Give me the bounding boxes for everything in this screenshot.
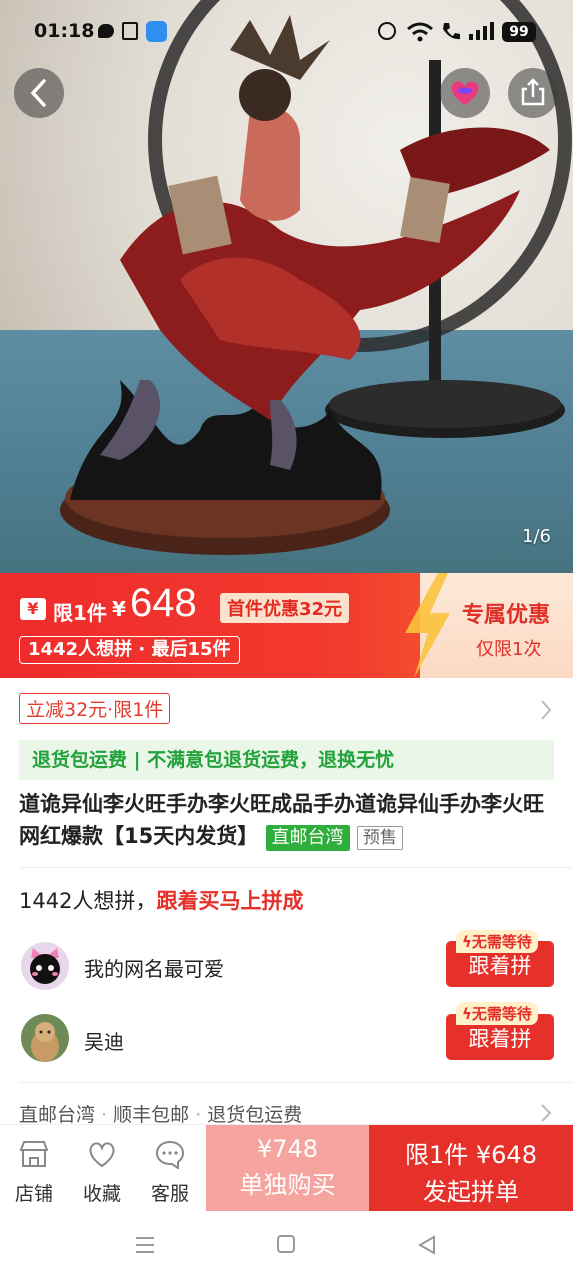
user-name: 我的网名最可爱: [84, 957, 224, 981]
chevron-left-icon: [30, 79, 46, 107]
want-count: 1442人想拼 · 最后15件: [19, 636, 240, 664]
call-icon: [443, 23, 460, 40]
cat-avatar-icon: [30, 948, 60, 984]
status-time: 01:18: [34, 20, 95, 42]
tab-store-label: 店铺: [14, 1183, 53, 1205]
group-header: 1442人想拼，跟着买马上拼成: [19, 885, 303, 915]
group-user-row: 我的网名最可爱 跟着拼 ϟ无需等待: [0, 930, 573, 998]
exclusive-title: 专属优惠: [462, 603, 551, 628]
system-nav-bar: [0, 1212, 573, 1280]
tab-customer-service-label: 客服: [150, 1183, 189, 1205]
lightning-icon: ϟ: [462, 933, 472, 951]
tab-store[interactable]: 店铺: [4, 1135, 64, 1207]
yen-coupon-icon: ¥: [20, 598, 46, 620]
avatar: [21, 1014, 69, 1062]
avatar: [21, 942, 69, 990]
image-counter: 1/6: [522, 526, 551, 547]
chevron-right-icon[interactable]: [538, 1102, 554, 1124]
follow-button-label: 跟着拼: [468, 954, 532, 978]
follow-button-label: 跟着拼: [468, 1027, 532, 1051]
share-button[interactable]: [508, 68, 558, 118]
presale-badge: 预售: [356, 826, 403, 850]
solo-price: ¥748: [256, 1135, 319, 1163]
shipping-info[interactable]: 直邮台湾 · 顺丰包邮 · 退货包运费: [19, 1100, 302, 1127]
wifi-icon: [407, 22, 433, 42]
promo-price: 648: [130, 581, 197, 625]
first-coupon-tag: 首件优惠32元: [220, 593, 350, 623]
group-price: 限1件 ¥648: [405, 1141, 537, 1169]
favorite-float-button[interactable]: [440, 68, 490, 118]
no-wait-badge-text: 无需等待: [471, 933, 532, 951]
divider: [19, 1082, 573, 1083]
solo-label: 单独购买: [239, 1171, 336, 1199]
user-name: 吴迪: [84, 1030, 124, 1054]
bottom-action-bar: 店铺 收藏 客服 ¥748 单独购买 限1件 ¥648 发起拼单: [0, 1124, 573, 1213]
group-user-row: 吴迪 跟着拼 ϟ无需等待: [0, 1002, 573, 1070]
share-icon: [521, 78, 545, 106]
no-wait-badge: ϟ无需等待: [456, 1002, 538, 1025]
tab-favorite[interactable]: 收藏: [72, 1135, 132, 1207]
exclusive-offer-panel[interactable]: 专属优惠 仅限1次: [405, 573, 573, 678]
product-title: 道诡异仙李火旺手办李火旺成品手办道诡异仙手办李火旺网红爆款【15天内发货】 直邮…: [19, 788, 559, 852]
status-bar: 01:18 99: [0, 0, 573, 64]
divider: [19, 867, 573, 868]
limit-label: 限1件: [53, 601, 107, 625]
sim-icon: [122, 22, 138, 40]
alpaca-avatar-icon: [31, 1022, 59, 1062]
message-icon: [98, 24, 114, 38]
store-icon: [19, 1141, 49, 1167]
alarm-icon: [378, 22, 396, 40]
battery-icon: 99: [502, 22, 536, 42]
chevron-right-icon[interactable]: [538, 698, 554, 722]
heart-icon: [89, 1142, 115, 1168]
menu-icon[interactable]: [134, 1234, 156, 1256]
group-cta-text: 跟着买马上拼成: [156, 889, 304, 913]
chat-icon: [155, 1140, 185, 1169]
tab-favorite-label: 收藏: [82, 1183, 121, 1205]
shipping-item: 退货包运费: [207, 1104, 303, 1126]
shipping-item: 直邮台湾: [19, 1104, 96, 1126]
lightning-icon: [405, 573, 450, 678]
back-triangle-icon[interactable]: [416, 1234, 438, 1256]
signal-icon: [469, 22, 494, 40]
lightning-icon: ϟ: [462, 1005, 472, 1023]
direct-mail-badge: 直邮台湾: [265, 825, 350, 851]
product-image-gallery[interactable]: 01:18 99 1/6: [0, 0, 573, 573]
discount-tag[interactable]: 立减32元·限1件: [19, 693, 171, 724]
promo-banner: 专属优惠 仅限1次 ¥ 限1件 ¥ 648 首件优惠32元 1442人想拼 · …: [0, 573, 573, 678]
service-guarantee-bar[interactable]: 退货包运费 | 不满意包退货运费，退换无忧: [19, 740, 554, 780]
buy-alone-button[interactable]: ¥748 单独购买: [206, 1125, 369, 1211]
start-group-buy-button[interactable]: 限1件 ¥648 发起拼单: [369, 1125, 573, 1211]
shipping-item: 顺丰包邮: [113, 1104, 190, 1126]
group-count: 1442人想拼，: [19, 889, 157, 913]
group-label: 发起拼单: [423, 1178, 519, 1206]
no-wait-badge-text: 无需等待: [471, 1005, 532, 1023]
price-currency: ¥: [112, 597, 126, 621]
exclusive-sub: 仅限1次: [476, 639, 542, 660]
tab-customer-service[interactable]: 客服: [140, 1135, 200, 1207]
no-wait-badge: ϟ无需等待: [456, 930, 538, 953]
home-icon[interactable]: [277, 1235, 295, 1253]
back-button[interactable]: [14, 68, 64, 118]
weather-icon: [146, 21, 167, 42]
brand-heart-icon: [451, 81, 479, 105]
